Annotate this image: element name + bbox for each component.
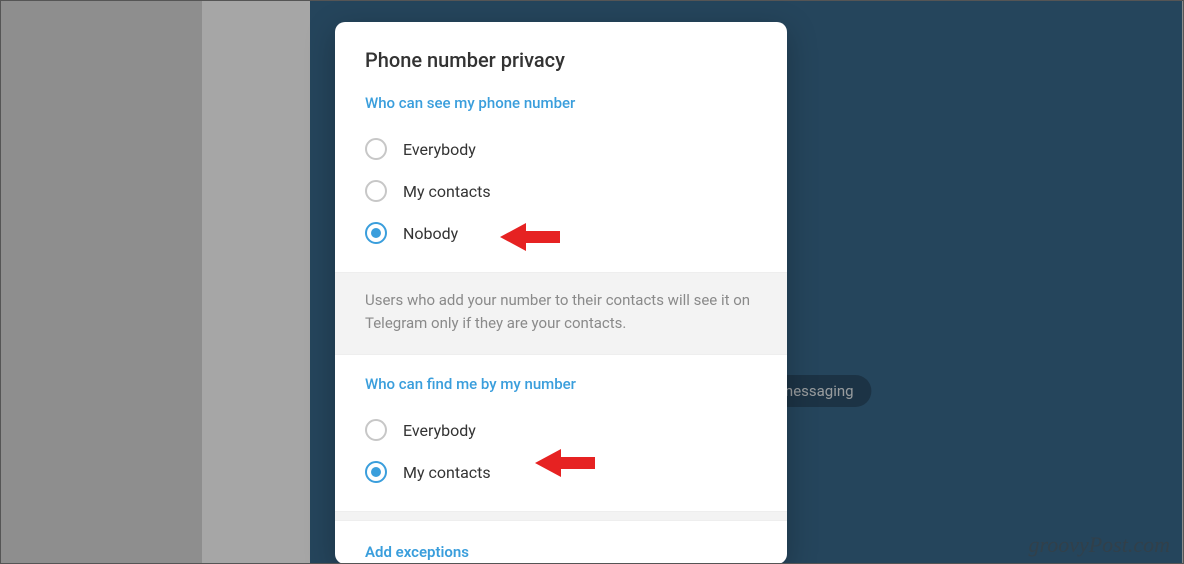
section-who-can-find: Who can find me by my number Everybody M… — [335, 355, 787, 511]
radio-label: Nobody — [403, 224, 458, 243]
radio-label: Everybody — [403, 140, 476, 159]
annotation-arrow-icon — [500, 220, 560, 254]
add-exceptions-title: Add exceptions — [365, 543, 757, 561]
divider — [335, 511, 787, 521]
radio-everybody-see[interactable]: Everybody — [365, 128, 757, 170]
info-text: Users who add your number to their conta… — [335, 272, 787, 355]
section-title-see: Who can see my phone number — [365, 94, 757, 112]
privacy-dialog: Phone number privacy Who can see my phon… — [335, 22, 787, 564]
radio-nobody-see[interactable]: Nobody — [365, 212, 757, 254]
section-who-can-see: Who can see my phone number Everybody My… — [335, 90, 787, 272]
add-exceptions-section[interactable]: Add exceptions — [335, 521, 787, 564]
radio-label: Everybody — [403, 421, 476, 440]
radio-icon — [365, 419, 387, 441]
radio-label: My contacts — [403, 182, 491, 201]
radio-icon — [365, 138, 387, 160]
watermark: groovyPost.com — [1028, 532, 1170, 558]
radio-icon — [365, 222, 387, 244]
dialog-title: Phone number privacy — [335, 22, 787, 90]
annotation-arrow-icon — [535, 446, 595, 480]
section-title-find: Who can find me by my number — [365, 375, 757, 393]
radio-icon — [365, 180, 387, 202]
radio-everybody-find[interactable]: Everybody — [365, 409, 757, 451]
radio-label: My contacts — [403, 463, 491, 482]
radio-mycontacts-see[interactable]: My contacts — [365, 170, 757, 212]
radio-icon — [365, 461, 387, 483]
